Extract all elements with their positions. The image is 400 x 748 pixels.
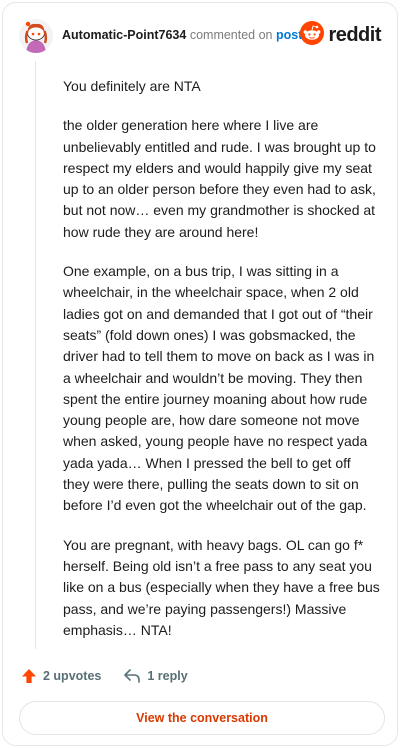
upvote-count: 2 upvotes [43, 669, 102, 683]
reply-arrow-icon [123, 668, 141, 684]
upvote-arrow-icon [21, 668, 37, 684]
comment-paragraph: the older generation here where I live a… [63, 117, 376, 240]
user-avatar[interactable] [19, 19, 53, 53]
comment-paragraph: You definitely are NTA [63, 78, 201, 94]
reply-button[interactable]: 1 reply [123, 668, 188, 684]
comment-paragraph: One example, on a bus trip, I was sittin… [63, 263, 375, 514]
reply-count: 1 reply [147, 669, 188, 683]
view-conversation-button[interactable]: View the conversation [19, 701, 385, 735]
upvote-button[interactable]: 2 upvotes [21, 668, 101, 684]
view-conversation-label: View the conversation [136, 711, 268, 725]
username[interactable]: Automatic-Point7634 [62, 28, 186, 42]
reddit-wordmark: reddit [328, 24, 381, 46]
comment-actions: 2 upvotes 1 reply [21, 668, 188, 684]
thread-line [35, 61, 36, 649]
reddit-logo[interactable]: reddit [300, 21, 381, 50]
comment-header: Automatic-Point7634 commented on post re… [19, 19, 381, 53]
comment-paragraph: You are pregnant, with heavy bags. OL ca… [63, 536, 380, 638]
comment-body: You definitely are NTA the older generat… [63, 76, 381, 659]
embedded-comment-card: Automatic-Point7634 commented on post re… [2, 2, 398, 746]
reddit-snoo-icon [300, 21, 325, 50]
post-link[interactable]: post [276, 28, 302, 42]
commented-on-text: commented on [189, 28, 273, 42]
comment-attribution: Automatic-Point7634 commented on post [62, 28, 302, 42]
